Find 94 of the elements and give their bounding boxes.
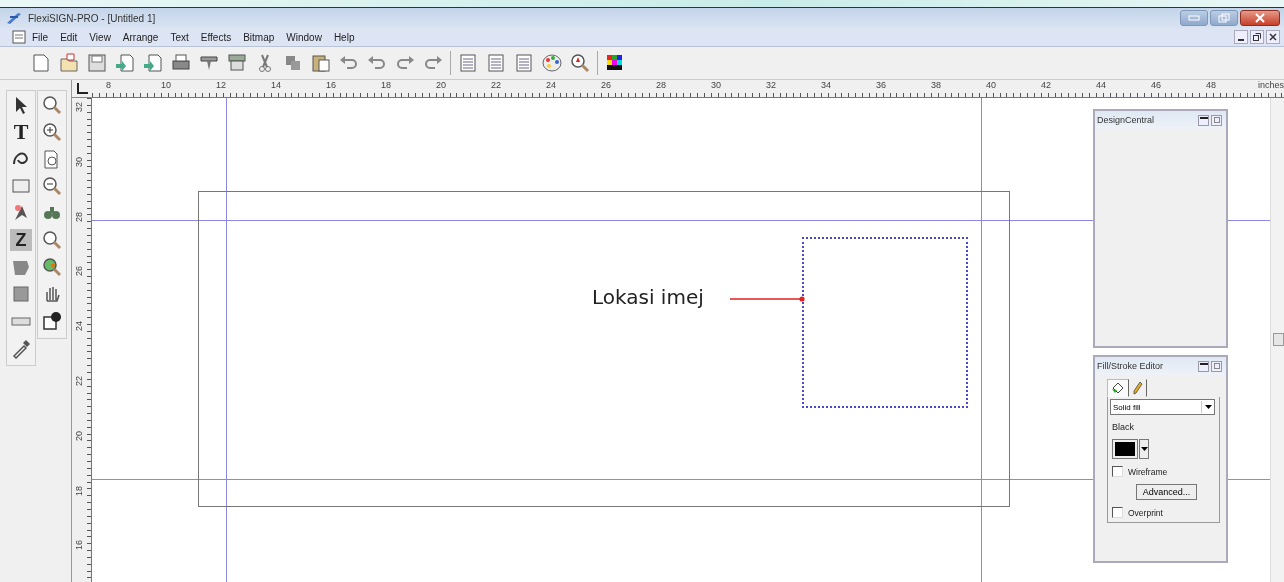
drawing-canvas[interactable]: Lokasi imej DesignCentral Fill/Stroke Editor Solid fill Black Wireframe Advanced... Overprint <box>92 98 1270 582</box>
eyedropper-icon[interactable] <box>10 337 32 359</box>
magnifier-icon[interactable] <box>569 52 591 74</box>
palette-icon[interactable] <box>541 52 563 74</box>
ruler-label: 26 <box>74 266 84 277</box>
ruler-label: 18 <box>381 80 391 90</box>
ruler-label: 16 <box>326 80 336 90</box>
ruler-origin-icon[interactable] <box>75 81 89 96</box>
color-magnifier-icon[interactable] <box>41 256 63 278</box>
advanced-button[interactable]: Advanced... <box>1135 484 1198 500</box>
ruler-label: 38 <box>931 80 941 90</box>
ruler-label: 24 <box>546 80 556 90</box>
fill-type-dropdown[interactable]: Solid fill <box>1110 399 1215 415</box>
menu-item[interactable]: Text <box>164 31 195 43</box>
minimize-icon <box>1188 14 1200 22</box>
ruler-label: 46 <box>1151 80 1161 90</box>
color-name: Black <box>1111 422 1135 432</box>
panel-title: Fill/Stroke Editor <box>1097 361 1164 371</box>
ruler-label: 40 <box>986 80 996 90</box>
ruler-label: 30 <box>711 80 721 90</box>
ruler-label: 36 <box>876 80 886 90</box>
ruler-label: 28 <box>74 211 84 222</box>
ruler-label: 20 <box>436 80 446 90</box>
paint-bucket-icon <box>1111 381 1125 395</box>
ruler-label: 42 <box>1041 80 1051 90</box>
z-tool[interactable]: Z <box>10 229 32 251</box>
fill-tab[interactable] <box>1107 379 1129 397</box>
menu-item[interactable]: Edit <box>54 31 84 43</box>
caret-icon <box>1140 447 1148 451</box>
ruler-label: 12 <box>216 80 226 90</box>
restore-button[interactable] <box>1250 30 1264 44</box>
ruler-label: 16 <box>74 540 84 551</box>
checkbox[interactable] <box>1112 507 1123 518</box>
menu-item[interactable]: Window <box>280 31 328 43</box>
ruler-label: 18 <box>74 485 84 496</box>
ruler-label: 10 <box>161 80 171 90</box>
minimize-button[interactable] <box>1198 114 1209 126</box>
image-placeholder[interactable] <box>802 237 968 408</box>
close-button[interactable] <box>1266 30 1280 44</box>
clipboard-icon[interactable] <box>310 52 332 74</box>
caret-icon <box>1204 405 1212 409</box>
menu-item[interactable]: File <box>26 31 55 43</box>
zoom-in-icon[interactable] <box>41 121 63 143</box>
color-dropdown-button[interactable] <box>1139 439 1149 459</box>
list-document-icon[interactable] <box>485 52 507 74</box>
minimize-button[interactable] <box>1198 360 1209 372</box>
list-document-icon[interactable] <box>457 52 479 74</box>
close-button[interactable] <box>1240 10 1280 26</box>
app-logo-icon <box>6 11 22 25</box>
ruler-label: 28 <box>656 80 666 90</box>
menu-item[interactable]: View <box>83 31 117 43</box>
checkbox[interactable] <box>1112 466 1123 477</box>
menu-item[interactable]: Bitmap <box>237 31 281 43</box>
ruler-label: 24 <box>74 321 84 332</box>
ruler-label: 32 <box>74 102 84 112</box>
zoom-out-icon[interactable] <box>41 175 63 197</box>
panel-title: DesignCentral <box>1097 115 1155 125</box>
ruler-label: 22 <box>74 376 84 386</box>
ruler-label: 8 <box>106 80 111 90</box>
document-icon[interactable] <box>30 52 52 74</box>
menu-item[interactable]: Effects <box>194 31 238 43</box>
ruler-label: 20 <box>74 430 84 441</box>
window-title: FlexiSIGN-PRO - [Untitled 1] <box>28 12 156 24</box>
square-icon[interactable] <box>10 283 32 305</box>
ruler-label: 22 <box>491 80 501 90</box>
document-arrow-icon[interactable] <box>142 52 164 74</box>
ruler-unit: inches <box>1258 80 1284 90</box>
folder-icon[interactable] <box>58 52 80 74</box>
ruler-label: 34 <box>821 80 831 90</box>
vertical-scrollbar[interactable] <box>1270 98 1284 582</box>
magnifier-icon[interactable] <box>41 94 63 116</box>
ruler-label: 30 <box>74 156 84 167</box>
checkbox-label: Overprint <box>1128 507 1163 518</box>
checkbox-label: Wireframe <box>1128 466 1168 477</box>
minimize-button[interactable] <box>1234 30 1248 44</box>
ruler-label: 48 <box>1206 80 1216 90</box>
annotation-label: Lokasi imej <box>592 285 704 309</box>
menu-item[interactable]: Help <box>327 31 361 43</box>
list-document-icon[interactable] <box>513 52 535 74</box>
ruler-label: 44 <box>1096 80 1106 90</box>
magnifier-icon[interactable] <box>41 229 63 251</box>
close-icon <box>1269 33 1277 41</box>
fill-square-icon[interactable] <box>41 310 63 332</box>
restore-icon <box>1253 33 1261 41</box>
restore-icon <box>1218 13 1230 23</box>
pencil-icon <box>1133 381 1143 395</box>
menu-item[interactable]: Arrange <box>116 31 165 43</box>
document-arrow-icon[interactable] <box>114 52 136 74</box>
ruler-label: 14 <box>271 80 281 90</box>
ruler-label: 26 <box>601 80 611 90</box>
close-icon <box>1254 13 1266 23</box>
text-tool[interactable]: T <box>10 121 32 143</box>
document-icon[interactable] <box>12 30 26 44</box>
ruler-label: 32 <box>766 80 776 90</box>
